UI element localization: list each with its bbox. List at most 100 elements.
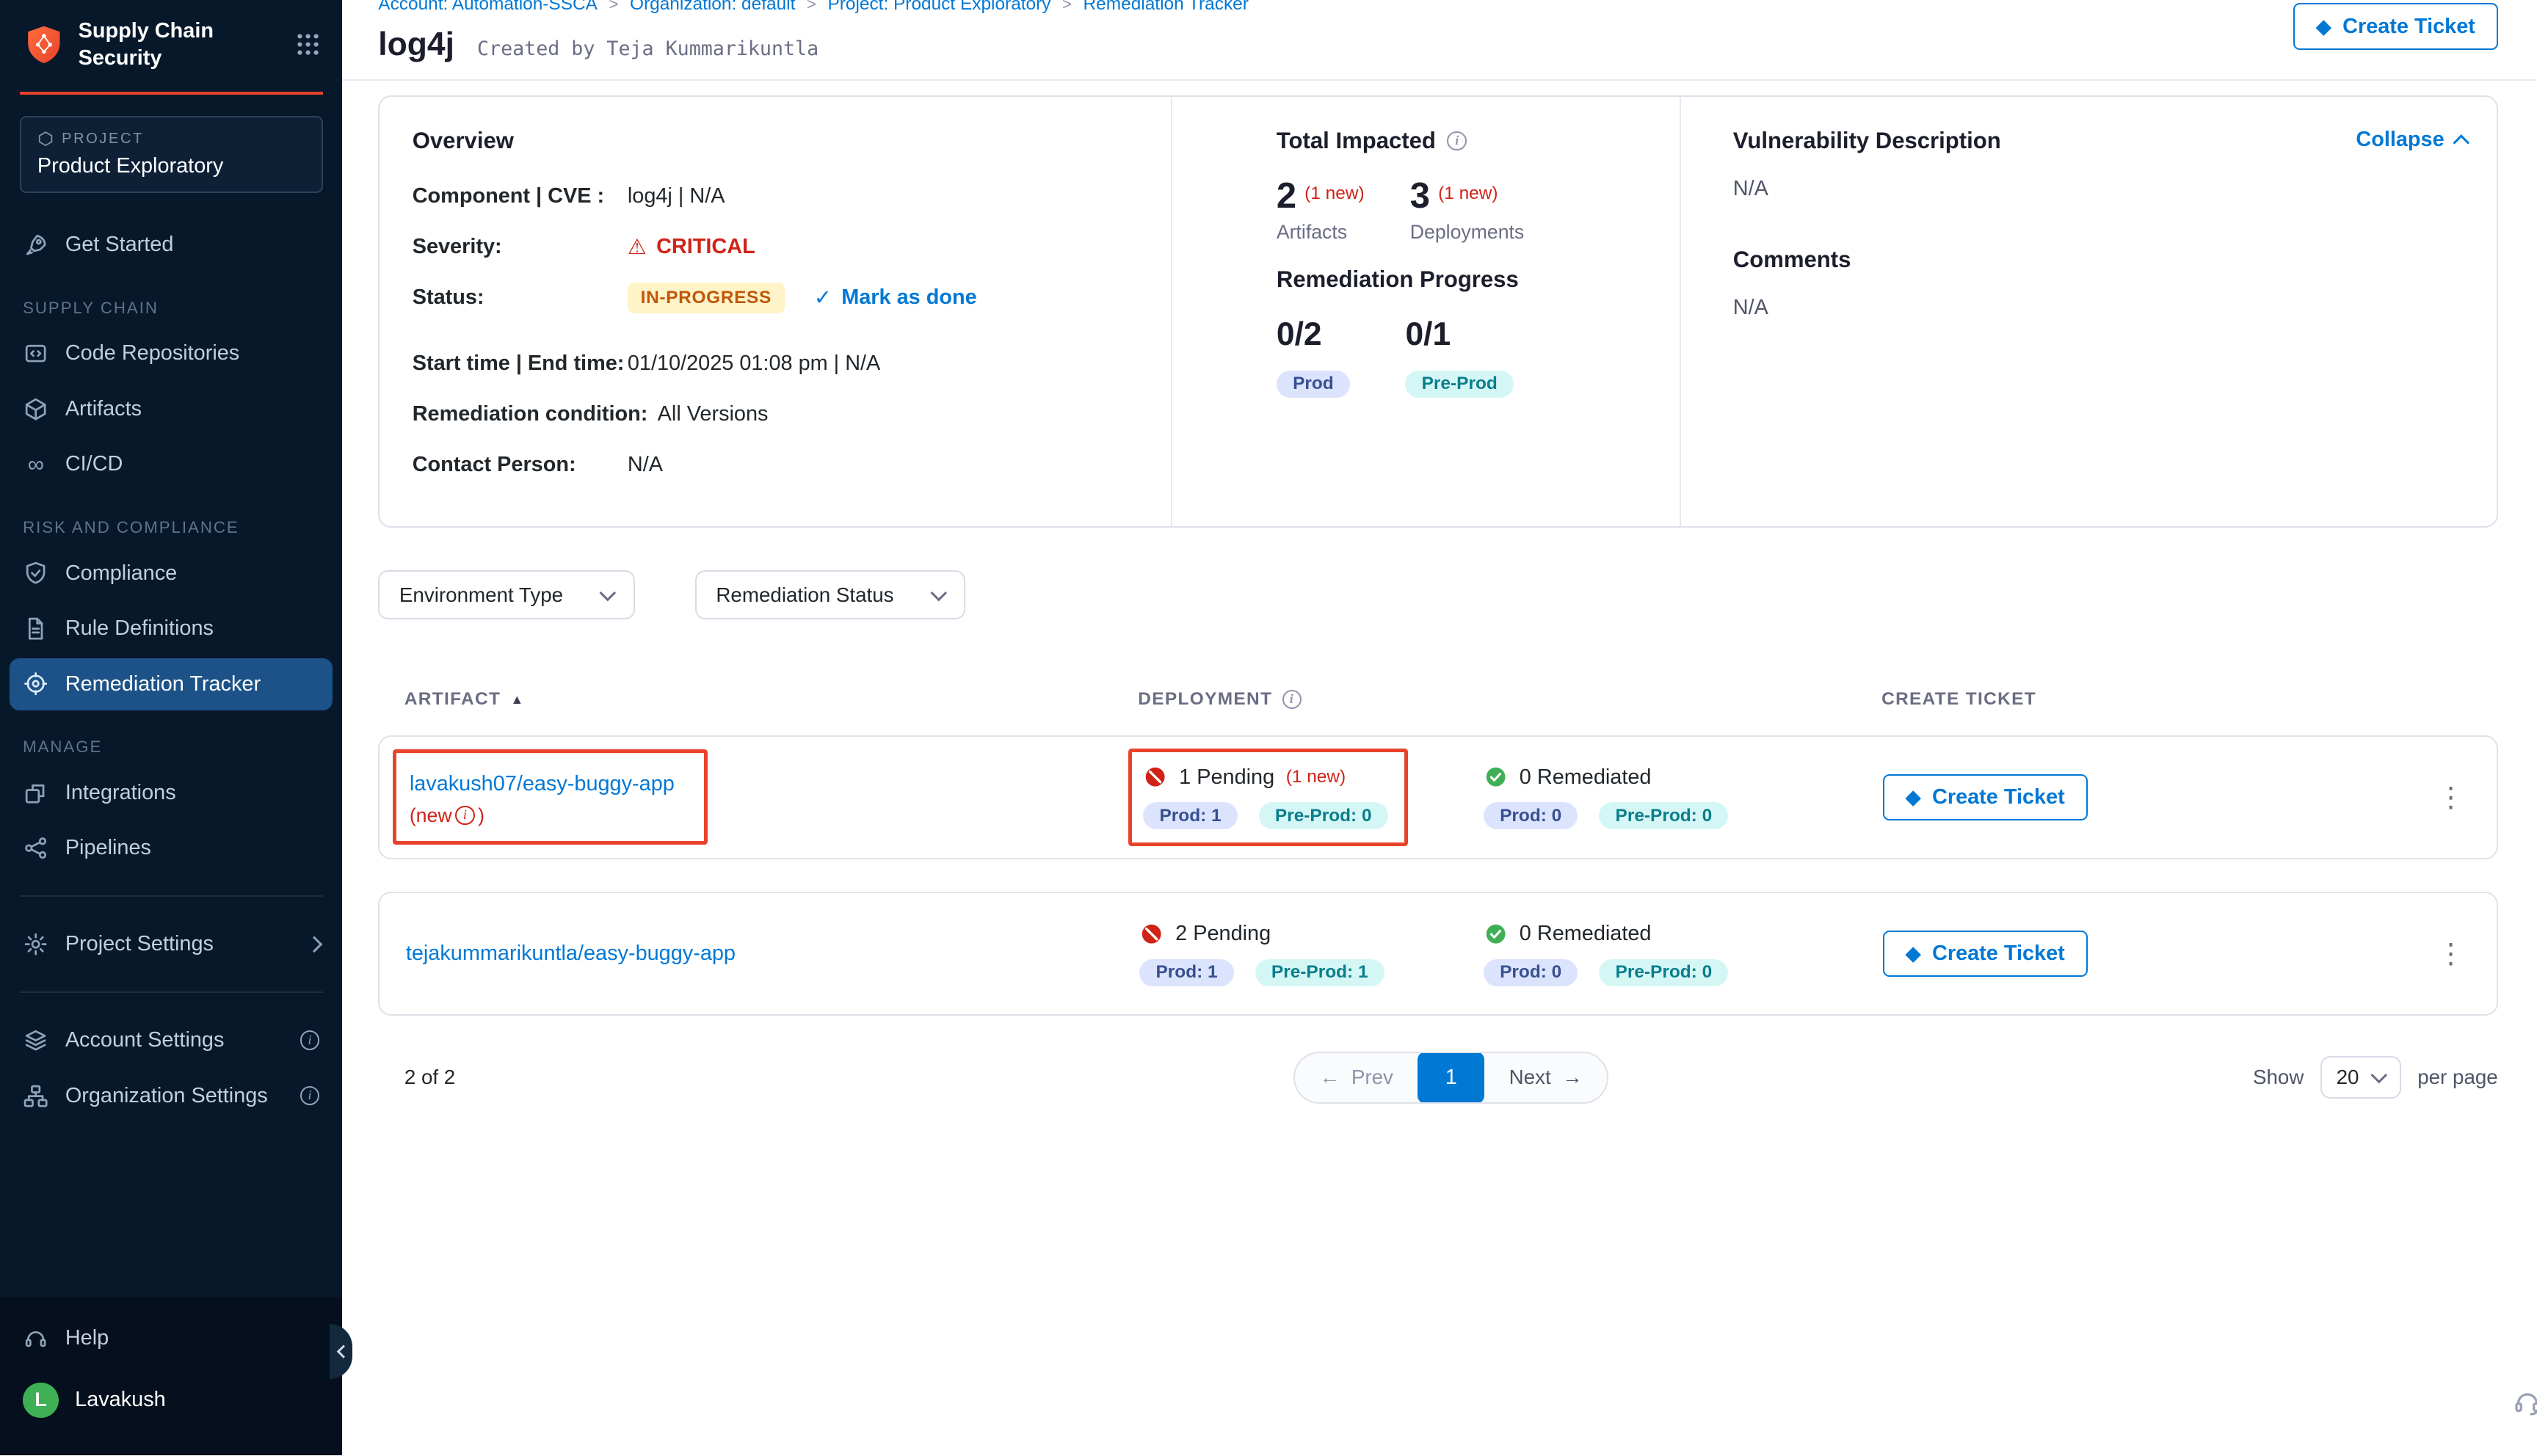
component-cve-value: log4j | N/A [628, 184, 725, 208]
prod-chip: Prod: 0 [1484, 802, 1578, 829]
divider [20, 991, 323, 993]
sidebar-item-pipelines[interactable]: Pipelines [10, 822, 333, 874]
comments-heading: Comments [1733, 247, 2464, 273]
per-page-label: per page [2417, 1066, 2498, 1089]
shield-check-icon [23, 560, 49, 586]
artifacts-stat-label: Artifacts [1277, 221, 1365, 244]
warning-icon: ⚠ [628, 234, 647, 260]
severity-value: ⚠ CRITICAL [628, 234, 755, 260]
contact-label: Contact Person: [413, 453, 628, 477]
target-icon [23, 671, 49, 697]
details-column: Vulnerability Description N/A Comments N… [1681, 97, 2497, 527]
sidebar-item-cicd[interactable]: ∞ CI/CD [10, 438, 333, 490]
brand-title: Supply Chain Security [79, 18, 284, 70]
column-header-artifact[interactable]: ARTIFACT ▲ [404, 689, 1138, 710]
breadcrumb-separator: > [807, 0, 816, 16]
sidebar-item-artifacts[interactable]: Artifacts [10, 383, 333, 435]
time-label: Start time | End time: [413, 352, 628, 376]
page-size-select[interactable]: 20 [2320, 1056, 2401, 1099]
next-page-button[interactable]: Next → [1484, 1053, 1607, 1102]
preprod-progress: 0/1 Pre-Prod [1405, 316, 1514, 398]
overview-card: Overview Component | CVE : log4j | N/A S… [378, 95, 2497, 528]
sidebar-item-remediation-tracker[interactable]: Remediation Tracker [10, 658, 333, 710]
ticket-icon: ◆ [1906, 944, 1921, 964]
breadcrumb-project[interactable]: Project: Product Exploratory [827, 0, 1050, 16]
pending-new-count: (1 new) [1286, 767, 1346, 787]
brand-header: Supply Chain Security [20, 0, 323, 95]
create-ticket-button[interactable]: ◆ Create Ticket [1883, 931, 2088, 978]
remediation-status-filter[interactable]: Remediation Status [695, 570, 965, 619]
condition-value: All Versions [658, 402, 769, 426]
artifacts-new-count: (1 new) [1304, 183, 1364, 204]
severity-label: Severity: [413, 235, 628, 259]
page-number-button[interactable]: 1 [1418, 1052, 1484, 1104]
divider [20, 895, 323, 897]
row-menu-button[interactable]: ⋮ [2431, 784, 2470, 812]
collapse-button[interactable]: Collapse [2356, 128, 2467, 152]
table-row: tejakummarikuntla/easy-buggy-app 2 Pendi… [378, 892, 2497, 1016]
mark-as-done-button[interactable]: ✓ Mark as done [814, 285, 977, 310]
info-icon[interactable]: i [1447, 131, 1467, 151]
sidebar-item-label: Integrations [65, 781, 176, 805]
rocket-icon [23, 232, 49, 258]
breadcrumb-remediation-tracker[interactable]: Remediation Tracker [1084, 0, 1249, 16]
sidebar-item-code-repositories[interactable]: Code Repositories [10, 327, 333, 379]
sidebar-item-compliance[interactable]: Compliance [10, 547, 333, 600]
sort-asc-icon: ▲ [511, 692, 525, 707]
artifact-link[interactable]: lavakush07/easy-buggy-app [410, 770, 675, 798]
row-menu-button[interactable]: ⋮ [2431, 940, 2470, 968]
infinity-icon: ∞ [23, 451, 49, 478]
arrow-right-icon: → [1562, 1066, 1583, 1089]
sidebar-item-get-started[interactable]: Get Started [10, 219, 333, 271]
ticket-icon: ◆ [2316, 17, 2331, 37]
deployments-stat-label: Deployments [1410, 221, 1524, 244]
deployments-stat: 3 (1 new) Deployments [1410, 177, 1524, 244]
section-supply-chain: SUPPLY CHAIN [0, 273, 342, 327]
info-icon: i [300, 1030, 320, 1050]
prev-page-button[interactable]: ← Prev [1295, 1053, 1418, 1102]
preprod-progress-value: 0/1 [1405, 316, 1514, 353]
created-by-text: Created by Teja Kummarikuntla [477, 37, 819, 60]
annotation-box: 1 Pending (1 new) Prod: 1 Pre-Prod: 0 [1128, 749, 1408, 846]
sidebar-item-help[interactable]: Help [10, 1312, 333, 1364]
time-value: 01/10/2025 01:08 pm | N/A [628, 352, 880, 376]
arrow-left-icon: ← [1320, 1066, 1340, 1089]
prod-chip: Prod: 0 [1484, 959, 1578, 986]
create-ticket-cell: ◆ Create Ticket [1883, 931, 2431, 978]
sidebar-item-rule-definitions[interactable]: Rule Definitions [10, 603, 333, 655]
project-selector[interactable]: PROJECT Product Exploratory [20, 116, 323, 192]
status-badge: IN-PROGRESS [628, 283, 785, 313]
deployments-new-count: (1 new) [1438, 183, 1498, 204]
sidebar-item-integrations[interactable]: Integrations [10, 767, 333, 819]
breadcrumb-separator: > [1062, 0, 1072, 16]
support-headset-icon[interactable] [2513, 1387, 2537, 1416]
sidebar-item-project-settings[interactable]: Project Settings [10, 918, 333, 970]
sidebar-item-label: Remediation Tracker [65, 672, 261, 696]
sidebar-item-organization-settings[interactable]: Organization Settings i [10, 1070, 333, 1122]
avatar: L [23, 1383, 59, 1419]
column-header-deployment: DEPLOYMENT i [1138, 689, 1482, 710]
sidebar-item-account-settings[interactable]: Account Settings i [10, 1014, 333, 1066]
create-ticket-button[interactable]: ◆ Create Ticket [2293, 3, 2498, 50]
module-grid-icon[interactable] [297, 33, 319, 56]
preprod-chip: Pre-Prod: 0 [1259, 802, 1388, 829]
artifact-link[interactable]: tejakummarikuntla/easy-buggy-app [406, 939, 1139, 968]
info-icon[interactable]: i [1282, 690, 1302, 710]
create-ticket-button[interactable]: ◆ Create Ticket [1883, 774, 2088, 821]
document-icon [23, 616, 49, 642]
pending-count: 1 Pending [1179, 765, 1274, 790]
breadcrumb-separator: > [609, 0, 618, 16]
artifact-cell: lavakush07/easy-buggy-app (new i ) [406, 749, 1139, 845]
preprod-chip: Pre-Prod: 0 [1599, 959, 1728, 986]
sidebar-item-label: Rule Definitions [65, 616, 214, 641]
create-ticket-cell: ◆ Create Ticket [1883, 774, 2431, 821]
user-menu[interactable]: L Lavakush [10, 1371, 333, 1430]
breadcrumb-account[interactable]: Account: Automation-SSCA [378, 0, 598, 16]
section-manage: MANAGE [0, 712, 342, 765]
environment-type-filter[interactable]: Environment Type [378, 570, 634, 619]
user-name: Lavakush [75, 1388, 166, 1412]
breadcrumb: Account: Automation-SSCA > Organization:… [378, 0, 2497, 16]
page-title: log4j [378, 26, 454, 63]
info-icon[interactable]: i [455, 806, 475, 826]
breadcrumb-organization[interactable]: Organization: default [630, 0, 795, 16]
